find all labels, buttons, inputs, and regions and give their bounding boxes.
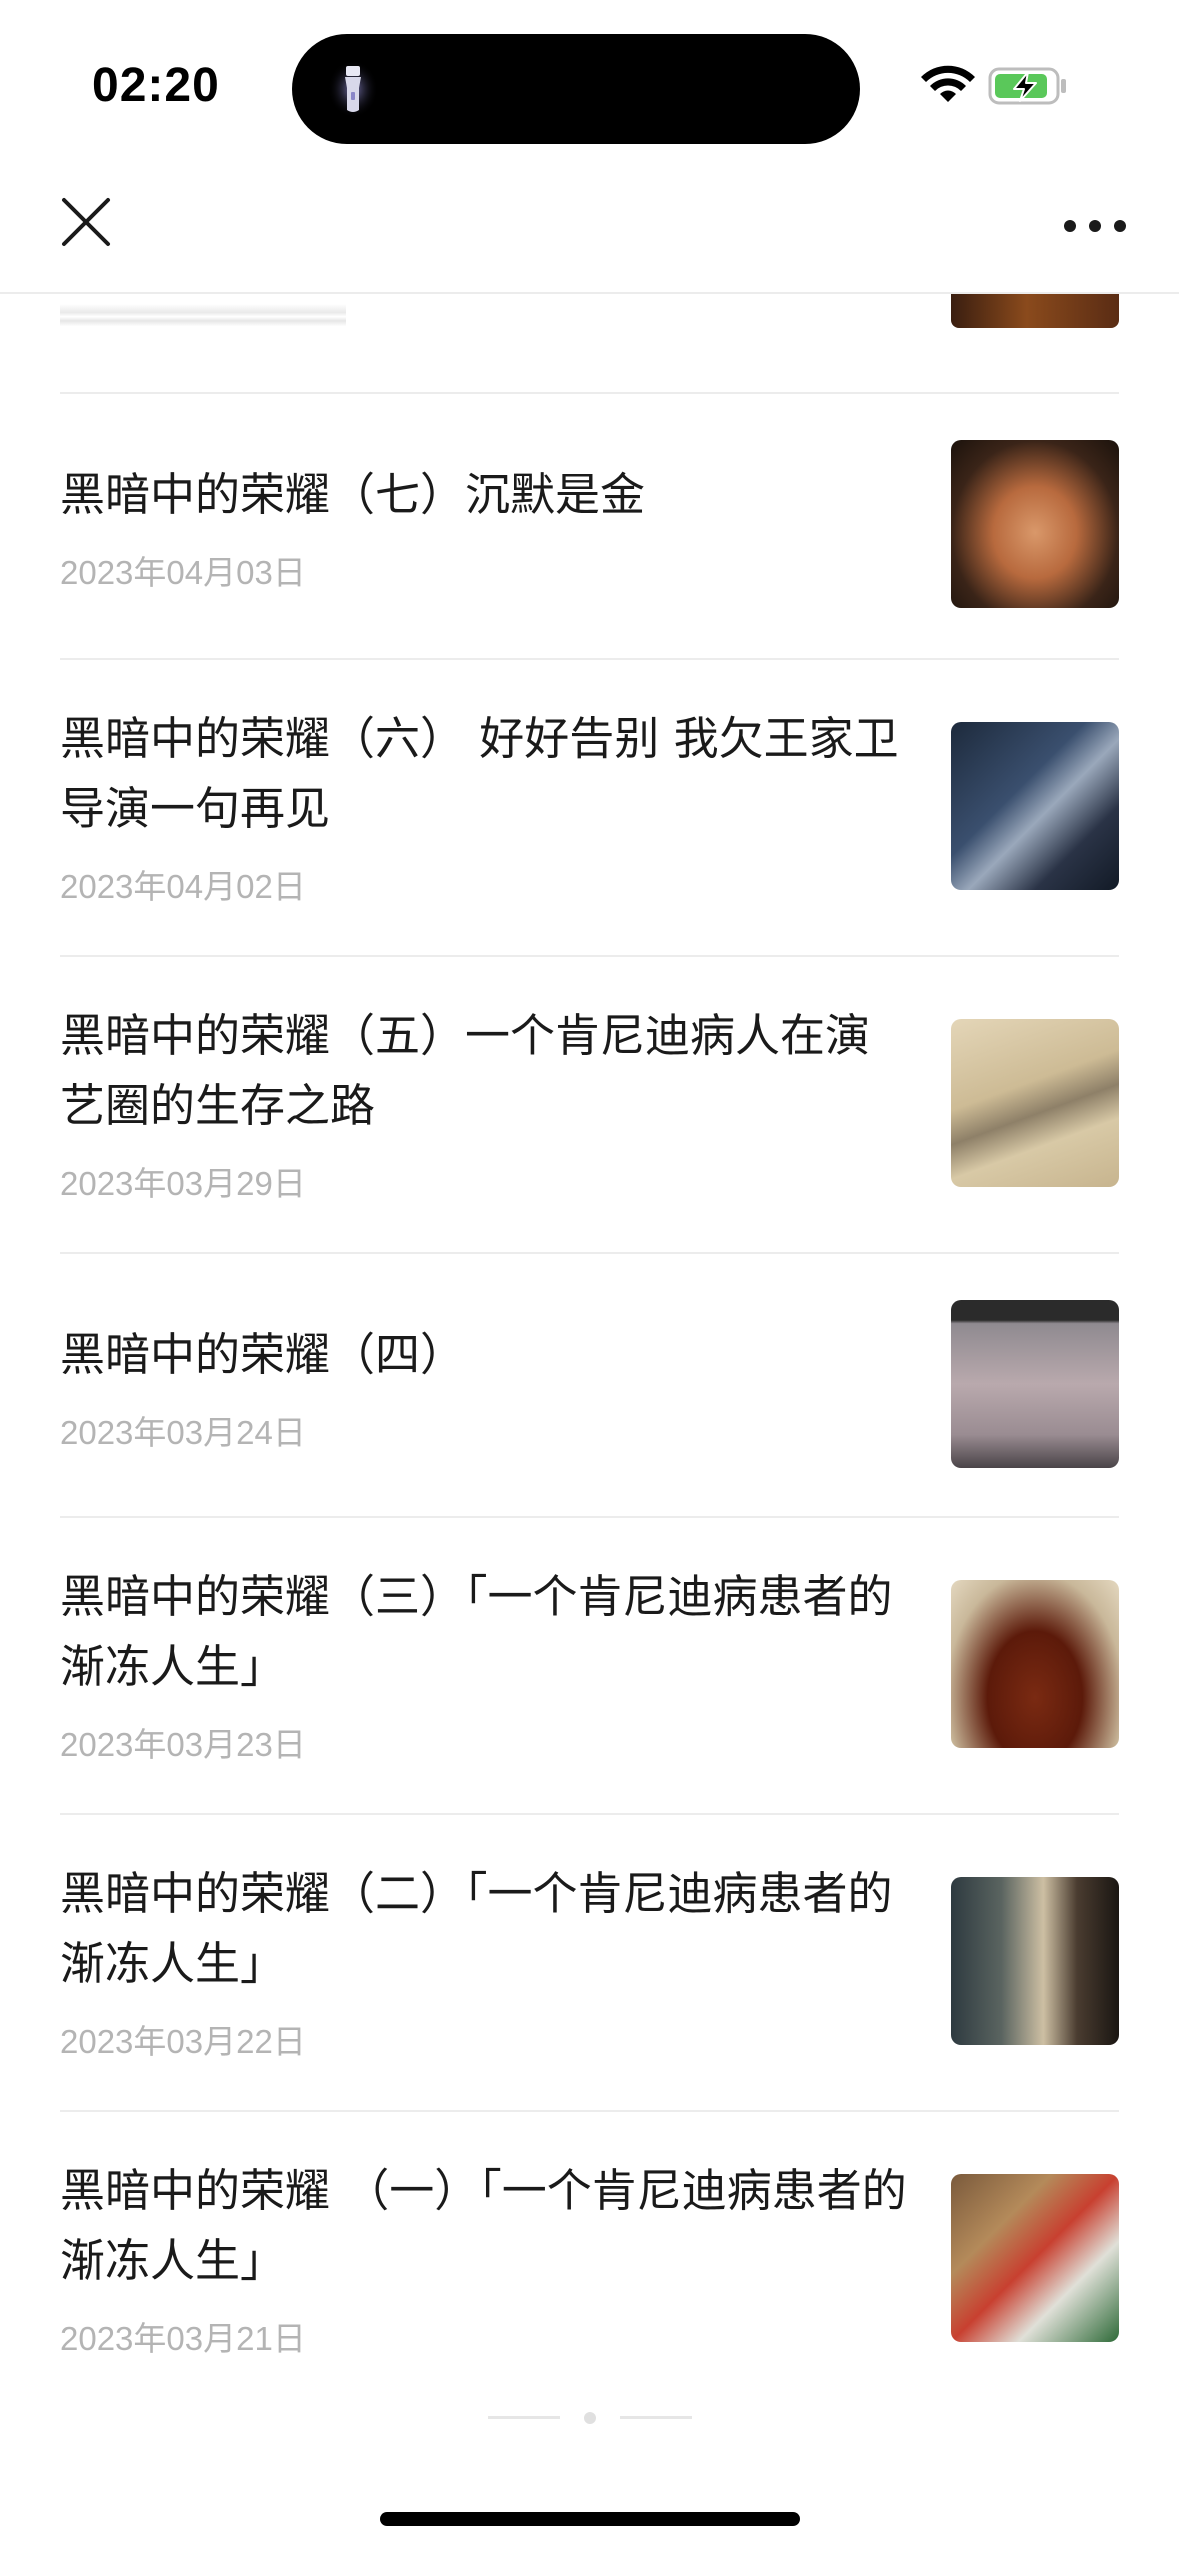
status-bar: 02:20 <box>0 0 1179 170</box>
list-item[interactable]: 黑暗中的荣耀（四） 2023年03月24日 <box>0 1254 1179 1516</box>
article-title: 黑暗中的荣耀（二）「一个肯尼迪病患者的渐冻人生」 <box>60 1867 893 1990</box>
flashlight-icon <box>328 60 378 118</box>
article-title: 黑暗中的荣耀（四） <box>60 1328 466 1381</box>
status-time: 02:20 <box>92 59 220 112</box>
article-thumbnail <box>951 1300 1119 1468</box>
indicator-dash <box>620 2416 692 2419</box>
wifi-icon <box>921 65 975 102</box>
list-item-partial[interactable] <box>0 294 1179 394</box>
article-thumbnail <box>951 1019 1119 1187</box>
article-title: 黑暗中的荣耀 （一）「一个肯尼迪病患者的渐冻人生」 <box>60 2164 907 2287</box>
list-item[interactable]: 黑暗中的荣耀（六） 好好告别 我欠王家卫导演一句再见 2023年04月02日 <box>0 660 1179 956</box>
article-title: 黑暗中的荣耀（五）一个肯尼迪病人在演艺圈的生存之路 <box>60 1009 871 1132</box>
article-thumbnail <box>951 722 1119 890</box>
article-date: 2023年04月02日 <box>60 868 306 905</box>
article-date: 2023年03月22日 <box>60 2023 306 2060</box>
article-thumbnail <box>951 440 1119 608</box>
list-item[interactable]: 黑暗中的荣耀（二）「一个肯尼迪病患者的渐冻人生」 2023年03月22日 <box>0 1815 1179 2111</box>
article-title: 黑暗中的荣耀（三）「一个肯尼迪病患者的渐冻人生」 <box>60 1570 893 1693</box>
list-item[interactable]: 黑暗中的荣耀（七）沉默是金 2023年04月03日 <box>0 394 1179 658</box>
list-item[interactable]: 黑暗中的荣耀（三）「一个肯尼迪病患者的渐冻人生」 2023年03月23日 <box>0 1518 1179 1814</box>
article-date: 2023年03月24日 <box>60 1414 306 1451</box>
partial-title <box>60 304 346 332</box>
battery-charging-icon <box>988 67 1066 105</box>
indicator-dot <box>584 2412 596 2424</box>
dynamic-island <box>292 34 860 144</box>
article-title: 黑暗中的荣耀（七）沉默是金 <box>60 468 646 521</box>
article-date: 2023年04月03日 <box>60 554 306 591</box>
article-thumbnail <box>951 1580 1119 1748</box>
indicator-dash <box>488 2416 560 2419</box>
article-date: 2023年03月21日 <box>60 2320 306 2357</box>
article-thumbnail <box>951 2174 1119 2342</box>
article-date: 2023年03月23日 <box>60 1726 306 1763</box>
home-indicator[interactable] <box>380 2512 800 2526</box>
list-item[interactable]: 黑暗中的荣耀（五）一个肯尼迪病人在演艺圈的生存之路 2023年03月29日 <box>0 957 1179 1253</box>
close-icon[interactable] <box>56 192 116 252</box>
article-date: 2023年03月29日 <box>60 1165 306 1202</box>
list-end-indicator <box>488 2410 692 2424</box>
article-title: 黑暗中的荣耀（六） 好好告别 我欠王家卫导演一句再见 <box>60 712 899 835</box>
article-thumbnail <box>951 1877 1119 2045</box>
more-icon[interactable] <box>1060 206 1130 246</box>
nav-bar <box>0 170 1179 294</box>
list-item[interactable]: 黑暗中的荣耀 （一）「一个肯尼迪病患者的渐冻人生」 2023年03月21日 <box>0 2112 1179 2408</box>
partial-thumbnail <box>951 294 1119 328</box>
